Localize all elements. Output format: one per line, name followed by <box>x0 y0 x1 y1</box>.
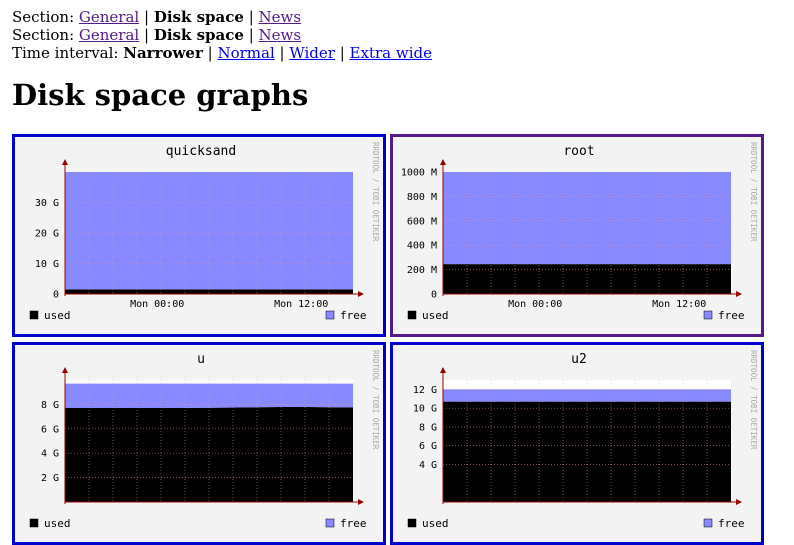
graph-title: u <box>197 352 205 367</box>
legend-label-free: free <box>340 517 367 530</box>
nav-label: Section: <box>12 8 79 26</box>
graph-title: root <box>563 144 594 159</box>
page-title: Disk space graphs <box>12 78 309 112</box>
nav-label: Section: <box>12 26 79 44</box>
watermark: RRDTOOL / TOBI OETIKER <box>371 142 380 242</box>
y-tick-label: 10 G <box>35 259 59 270</box>
y-tick-label: 1000 M <box>401 168 437 179</box>
graph-root: root 0 200 M 400 M 600 M 800 M 1000 M Mon 00:00… <box>393 137 761 334</box>
nav-current-disk-space: Disk space <box>153 26 244 44</box>
graph-link-root[interactable]: root 0 200 M 400 M 600 M 800 M 1000 M Mon 00:00… <box>390 134 764 337</box>
area-used <box>65 289 353 294</box>
y-tick-label: 2 G <box>41 473 59 484</box>
graph-u2: u2 4 G 6 G 8 G 10 G 12 G used free RRDTOOL / TOB… <box>393 345 761 542</box>
nav-current-narrower: Narrower <box>123 44 203 62</box>
watermark: RRDTOOL / TOBI OETIKER <box>371 350 380 450</box>
legend-swatch-free <box>703 518 713 528</box>
y-tick-label: 6 G <box>419 441 437 452</box>
legend-swatch-used <box>29 310 39 320</box>
graph-u: u 2 G 4 G 6 G 8 G used free RRDTOOL / TOBI OETI… <box>15 345 383 542</box>
y-tick-label: 4 G <box>41 449 59 460</box>
section-nav-row: Section: General | Disk space | News <box>12 8 301 26</box>
y-tick-label: 400 M <box>407 241 437 252</box>
graph-link-u2[interactable]: u2 4 G 6 G 8 G 10 G 12 G used free RRDTOOL / TOB… <box>390 342 764 545</box>
watermark: RRDTOOL / TOBI OETIKER <box>749 142 758 242</box>
y-tick-label: 6 G <box>41 424 59 435</box>
nav-link-news[interactable]: News <box>259 26 302 44</box>
nav-link-general[interactable]: General <box>79 26 139 44</box>
nav-separator: | <box>139 8 154 26</box>
graph-title: u2 <box>571 352 587 367</box>
y-tick-label: 0 <box>431 290 437 301</box>
legend-label-used: used <box>44 517 71 530</box>
nav-link-extra-wide[interactable]: Extra wide <box>350 44 432 62</box>
nav-separator: | <box>334 44 350 62</box>
y-tick-label: 8 G <box>419 422 437 433</box>
y-tick-label: 600 M <box>407 216 437 227</box>
nav-label: Time interval: <box>12 44 124 62</box>
x-tick-label: Mon 12:00 <box>652 299 706 310</box>
nav-link-normal[interactable]: Normal <box>217 44 274 62</box>
y-tick-label: 200 M <box>407 265 437 276</box>
legend-label-used: used <box>422 309 449 322</box>
y-tick-label: 8 G <box>41 400 59 411</box>
graph-quicksand: quicksand 0 10 G 20 G 30 G Mon 00:00 Mon 12:00… <box>15 137 383 334</box>
nav-separator: | <box>274 44 290 62</box>
nav-link-wider[interactable]: Wider <box>289 44 335 62</box>
nav-separator: | <box>202 44 218 62</box>
graph-link-quicksand[interactable]: quicksand 0 10 G 20 G 30 G Mon 00:00 Mon 12:00… <box>12 134 386 337</box>
nav-separator: | <box>243 26 259 44</box>
legend-label-used: used <box>44 309 71 322</box>
x-tick-label: Mon 00:00 <box>130 299 184 310</box>
nav-separator: | <box>243 8 259 26</box>
y-tick-label: 12 G <box>413 385 437 396</box>
nav-separator: | <box>139 26 154 44</box>
legend-swatch-used <box>407 518 417 528</box>
section-nav-row: Section: General | Disk space | News <box>12 26 301 44</box>
legend-swatch-free <box>325 310 335 320</box>
legend-swatch-free <box>703 310 713 320</box>
x-tick-label: Mon 12:00 <box>274 299 328 310</box>
x-tick-label: Mon 00:00 <box>508 299 562 310</box>
legend-label-free: free <box>718 517 745 530</box>
time-interval-nav-row: Time interval: Narrower | Normal | Wider… <box>12 44 432 62</box>
legend-label-free: free <box>718 309 745 322</box>
nav-current-disk-space: Disk space <box>153 8 244 26</box>
y-tick-label: 4 G <box>419 460 437 471</box>
y-tick-label: 30 G <box>35 198 59 209</box>
watermark: RRDTOOL / TOBI OETIKER <box>749 350 758 450</box>
graph-link-u[interactable]: u 2 G 4 G 6 G 8 G used free RRDTOOL / TOBI OETI… <box>12 342 386 545</box>
y-tick-label: 20 G <box>35 229 59 240</box>
nav-link-news[interactable]: News <box>259 8 302 26</box>
graph-title: quicksand <box>166 144 236 159</box>
area-used <box>65 406 353 502</box>
legend-label-free: free <box>340 309 367 322</box>
legend-label-used: used <box>422 517 449 530</box>
legend-swatch-used <box>407 310 417 320</box>
nav-link-general[interactable]: General <box>79 8 139 26</box>
legend-swatch-used <box>29 518 39 528</box>
legend-swatch-free <box>325 518 335 528</box>
y-tick-label: 0 <box>53 290 59 301</box>
y-tick-label: 800 M <box>407 192 437 203</box>
y-tick-label: 10 G <box>413 404 437 415</box>
